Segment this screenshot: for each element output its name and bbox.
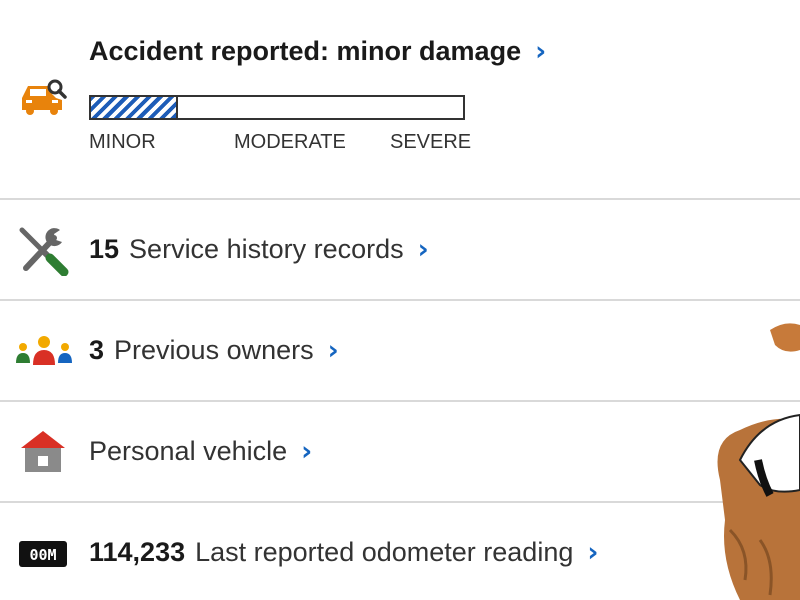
- previous-owners-link[interactable]: 3 Previous owners ›: [89, 335, 339, 366]
- service-label: Service history records: [129, 234, 404, 264]
- scale-minor-label: MINOR: [89, 131, 156, 153]
- accident-title-link[interactable]: Accident reported: minor damage ›: [89, 36, 546, 67]
- house-icon: [18, 428, 68, 479]
- service-history-row[interactable]: 15 Service history records ›: [0, 200, 800, 301]
- odometer-icon: 00M: [18, 540, 68, 573]
- odometer-icon-text: 00M: [29, 546, 56, 564]
- service-history-link[interactable]: 15 Service history records ›: [89, 234, 429, 265]
- odometer-reading: 114,233: [89, 537, 186, 567]
- chevron-right-icon: ›: [301, 436, 313, 467]
- accident-row[interactable]: Accident reported: minor damage › MINOR M…: [0, 0, 800, 200]
- car-search-icon: [18, 78, 68, 123]
- scale-moderate-label: MODERATE: [234, 131, 346, 153]
- previous-owners-row[interactable]: 3 Previous owners ›: [0, 301, 800, 402]
- people-group-icon: [14, 335, 74, 374]
- owners-label: Previous owners: [114, 335, 314, 365]
- dog-mascot-image: [700, 310, 800, 600]
- damage-severity-fill: [91, 97, 179, 118]
- owners-count: 3: [89, 335, 105, 365]
- chevron-right-icon: ›: [535, 36, 547, 67]
- odometer-link[interactable]: 114,233 Last reported odometer reading ›: [89, 537, 599, 568]
- vehicle-usage-row[interactable]: Personal vehicle ›: [0, 402, 800, 503]
- chevron-right-icon: ›: [327, 335, 339, 366]
- wrench-screwdriver-icon: [18, 226, 70, 281]
- chevron-right-icon: ›: [417, 234, 429, 265]
- chevron-right-icon: ›: [587, 537, 599, 568]
- service-count: 15: [89, 234, 120, 264]
- accident-title: Accident reported: minor damage: [89, 36, 522, 66]
- vehicle-usage-link[interactable]: Personal vehicle ›: [89, 436, 312, 467]
- odometer-label: Last reported odometer reading: [195, 537, 574, 567]
- odometer-row[interactable]: 00M 114,233 Last reported odometer readin…: [0, 503, 800, 600]
- usage-label: Personal vehicle: [89, 436, 288, 466]
- scale-severe-label: SEVERE: [390, 131, 472, 153]
- damage-severity-meter: [89, 95, 465, 120]
